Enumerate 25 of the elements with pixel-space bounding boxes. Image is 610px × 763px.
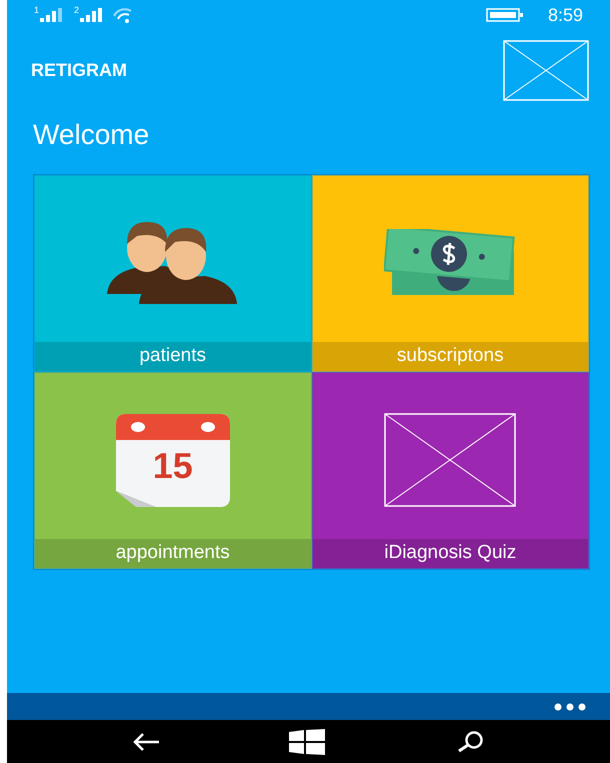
welcome-heading: Welcome <box>32 118 150 152</box>
banknotes-icon <box>384 229 516 297</box>
menu-tile[interactable]: iDiagnosis Quiz <box>312 372 589 569</box>
tile-label: patients <box>139 344 206 368</box>
tile-label: appointments <box>116 541 230 566</box>
signal-icon <box>80 8 102 22</box>
calendar-date: 15 <box>152 444 194 488</box>
sim-label: 1 <box>34 6 40 15</box>
sim-label: 2 <box>74 6 80 15</box>
calendar-icon <box>116 414 230 506</box>
clock-time: 8:59 <box>548 4 583 26</box>
battery-icon <box>486 8 524 22</box>
menu-tile[interactable]: patients <box>34 175 312 372</box>
more-icon[interactable] <box>554 702 586 710</box>
menu-tile[interactable]: 15 appointments <box>34 372 312 569</box>
tile-label: subscriptons <box>396 344 504 368</box>
back-icon[interactable] <box>132 732 160 752</box>
wifi-icon <box>112 7 132 23</box>
menu-tile[interactable]: subscriptons <box>312 175 589 372</box>
app-title: RETIGRAM <box>31 58 127 82</box>
tile-label: iDiagnosis Quiz <box>384 541 516 566</box>
windows-logo-icon[interactable] <box>289 728 326 754</box>
search-icon[interactable] <box>455 730 486 752</box>
people-icon <box>106 222 239 304</box>
signal-icon <box>40 8 62 22</box>
